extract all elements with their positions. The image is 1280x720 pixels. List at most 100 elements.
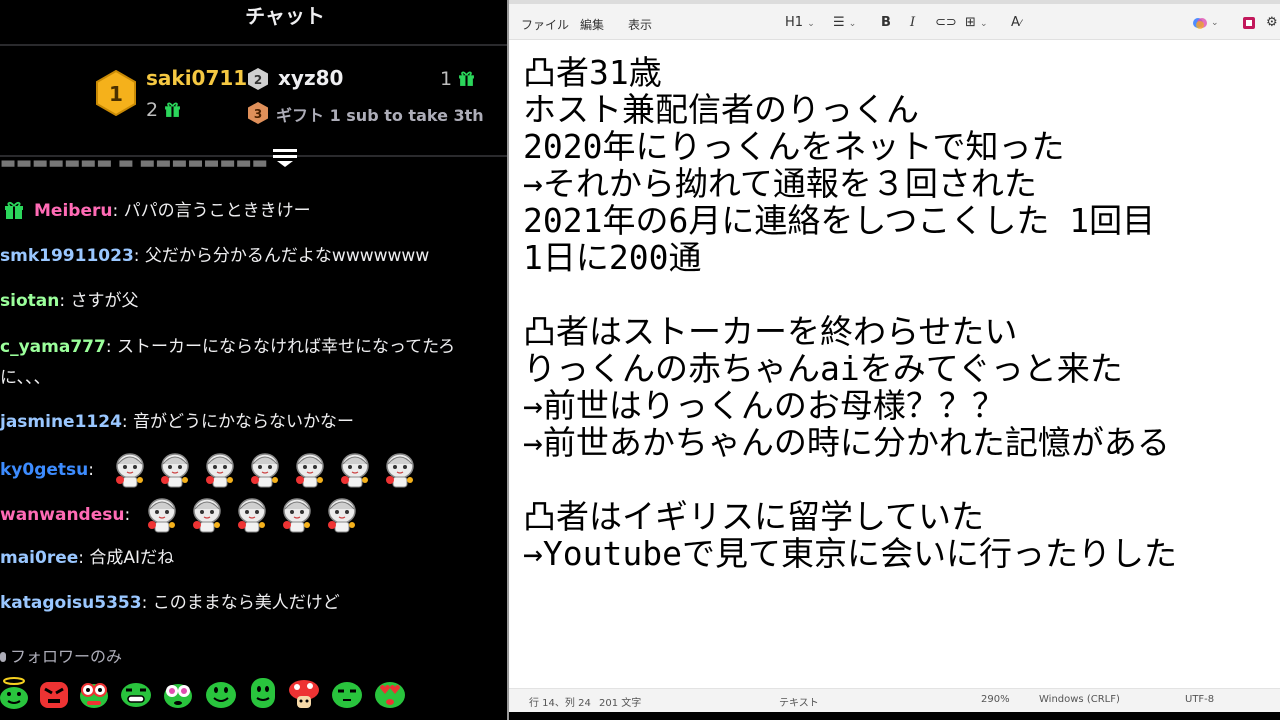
info-dot-icon bbox=[0, 652, 6, 662]
text-line: 2020年にりっくんをネットで知った bbox=[523, 127, 1065, 166]
menu-view[interactable]: 表示 bbox=[628, 16, 652, 33]
text-line: →それから拗れて通報を３回された bbox=[523, 164, 1037, 203]
halo-frog-emote-icon[interactable] bbox=[0, 676, 30, 710]
chibi-character-emote-icon bbox=[206, 453, 234, 488]
table-dropdown[interactable]: ⊞ ⌄ bbox=[965, 14, 988, 32]
chevron-down-icon[interactable]: ⌄ bbox=[1211, 14, 1219, 32]
chat-text: : さすが父 bbox=[59, 291, 139, 311]
chat-username[interactable]: Meiberu bbox=[34, 201, 112, 221]
chat-username[interactable]: smk19911023 bbox=[0, 246, 134, 266]
link-icon[interactable]: ⊂⊃ bbox=[935, 14, 957, 32]
bottom-edge bbox=[509, 712, 1280, 720]
list-dropdown[interactable]: ☰ ⌄ bbox=[833, 14, 856, 32]
angry-frog-emote-icon[interactable] bbox=[38, 676, 70, 710]
emote-group bbox=[110, 453, 425, 488]
chat-username[interactable]: ky0getsu bbox=[0, 460, 88, 480]
clear-formatting-button[interactable]: A⁄ bbox=[1011, 14, 1021, 32]
chat-message-continued: に、、、 bbox=[0, 366, 51, 390]
chat-title: チャット bbox=[245, 4, 325, 28]
chat-username[interactable]: c_yama777 bbox=[0, 337, 106, 357]
encoding[interactable]: UTF-8 bbox=[1185, 694, 1214, 705]
chat-message: smk19911023: 父だから分かるんだよなwwwwwww bbox=[0, 244, 429, 268]
chat-message: Meiberu: パパの言うことききけー bbox=[0, 199, 311, 223]
chat-message: c_yama777: ストーカーにならなければ幸せになってたろ bbox=[0, 335, 455, 359]
mushroom-emote-icon[interactable] bbox=[288, 676, 320, 710]
rank-1-number: 1 bbox=[109, 82, 123, 106]
settings-gear-icon[interactable]: ⚙ bbox=[1266, 14, 1278, 32]
chat-message: ky0getsu: bbox=[0, 450, 425, 490]
chat-text: : bbox=[124, 505, 131, 525]
chat-message: siotan: さすが父 bbox=[0, 289, 138, 313]
text-line: 凸者はイギリスに留学していた bbox=[523, 497, 985, 536]
line-ending[interactable]: Windows (CRLF) bbox=[1039, 694, 1120, 705]
bold-button[interactable]: B bbox=[881, 14, 891, 32]
rank-2-badge-icon: 2 bbox=[248, 68, 268, 90]
text-line: 凸者はストーカーを終わらせたい bbox=[523, 312, 1018, 351]
gift-badge-icon bbox=[5, 201, 23, 219]
divider bbox=[0, 44, 507, 46]
menu-edit[interactable]: 編集 bbox=[580, 16, 604, 33]
heart-eyes-frog-emote-icon[interactable] bbox=[374, 676, 406, 710]
chibi-character-emote-icon bbox=[193, 498, 221, 533]
leaderboard-first-name[interactable]: saki0711 bbox=[146, 66, 247, 90]
chat-message: katagoisu5353: このままなら美人だけど bbox=[0, 591, 340, 615]
chibi-character-emote-icon bbox=[328, 498, 356, 533]
chat-username[interactable]: mai0ree bbox=[0, 548, 78, 568]
chibi-character-emote-icon bbox=[148, 498, 176, 533]
leaderboard-second-count-value: 1 bbox=[440, 68, 453, 90]
notepad-toolbar: ファイル 編集 表示 H1 ⌄ ☰ ⌄ B I ⊂⊃ ⊞ ⌄ A⁄ ⌄ ⚙ bbox=[509, 0, 1280, 40]
extension-icon[interactable] bbox=[1241, 15, 1257, 31]
chat-text: : bbox=[88, 460, 94, 480]
cursor-position: 行 14、列 24 bbox=[529, 698, 591, 709]
chat-text: : 合成AIだね bbox=[78, 548, 175, 568]
smug-frog-emote-icon[interactable] bbox=[331, 676, 363, 710]
text-line: →Youtubeで見て東京に会いに行ったりした bbox=[523, 534, 1177, 573]
chibi-character-emote-icon bbox=[251, 453, 279, 488]
chibi-character-emote-icon bbox=[116, 453, 144, 488]
chat-message-cut-off: ▬▬▬▬▬▬▬ ▬ ▬▬▬▬▬▬▬▬ bbox=[0, 157, 268, 173]
rank-3-number: 3 bbox=[254, 107, 262, 121]
text-line bbox=[523, 276, 1278, 313]
chibi-character-emote-icon bbox=[283, 498, 311, 533]
chat-username[interactable]: jasmine1124 bbox=[0, 412, 122, 432]
chibi-character-emote-icon bbox=[238, 498, 266, 533]
grin-frog-emote-icon[interactable] bbox=[120, 676, 152, 710]
gift-icon bbox=[165, 102, 181, 117]
chibi-character-emote-icon bbox=[386, 453, 414, 488]
chat-message: mai0ree: 合成AIだね bbox=[0, 546, 174, 570]
chat-text: : 音がどうにかならないかなー bbox=[121, 412, 355, 432]
table-icon: ⊞ bbox=[965, 15, 976, 30]
rank-2-number: 2 bbox=[254, 73, 262, 87]
menu-file[interactable]: ファイル bbox=[521, 16, 569, 33]
chat-text: : 父だから分かるんだよなwwwwwww bbox=[133, 246, 430, 266]
gift-icon bbox=[459, 71, 475, 86]
format-indicator[interactable]: テキスト bbox=[779, 694, 819, 709]
text-line: 凸者31歳 bbox=[523, 53, 662, 92]
tall-frog-emote-icon[interactable] bbox=[247, 676, 279, 710]
chat-username[interactable]: katagoisu5353 bbox=[0, 593, 142, 613]
leaderboard-first-count: 2 bbox=[146, 99, 181, 121]
chibi-character-emote-icon bbox=[341, 453, 369, 488]
chat-messages: ▬▬▬▬▬▬▬ ▬ ▬▬▬▬▬▬▬▬ Meiberu: パパの言うことききけー … bbox=[0, 157, 507, 627]
italic-button[interactable]: I bbox=[910, 14, 915, 32]
heading-dropdown[interactable]: H1 ⌄ bbox=[785, 14, 815, 32]
chevron-down-icon: ⌄ bbox=[848, 19, 857, 29]
chat-username[interactable]: wanwandesu bbox=[0, 505, 124, 525]
chevron-down-icon: ⌄ bbox=[980, 19, 988, 29]
document-text[interactable]: 凸者31歳 ホスト兼配信者のりっくん 2020年にりっくんをネットで知った →それから… bbox=[523, 54, 1278, 684]
followers-only-label: フォロワーのみ bbox=[10, 647, 123, 666]
chevron-down-icon: ⌄ bbox=[807, 19, 815, 29]
clear-formatting-icon: A bbox=[1011, 15, 1020, 30]
gift-sub-cta[interactable]: ギフト 1 sub to take 3th bbox=[276, 102, 484, 126]
chat-username[interactable]: siotan bbox=[0, 291, 59, 311]
zoom-level[interactable]: 290% bbox=[981, 694, 1010, 705]
goggle-frog-emote-icon[interactable] bbox=[78, 676, 110, 710]
pink-eyes-frog-emote-icon[interactable] bbox=[162, 676, 194, 710]
smile-frog-emote-icon[interactable] bbox=[205, 676, 237, 710]
chibi-character-emote-icon bbox=[161, 453, 189, 488]
leaderboard-second-name[interactable]: xyz80 bbox=[278, 66, 343, 90]
text-line: →前世はりっくんのお母様？？？ bbox=[523, 386, 1005, 425]
copilot-icon[interactable] bbox=[1192, 15, 1208, 31]
chat-message: wanwandesu: bbox=[0, 495, 367, 535]
leaderboard-second-count: 1 bbox=[440, 68, 475, 90]
